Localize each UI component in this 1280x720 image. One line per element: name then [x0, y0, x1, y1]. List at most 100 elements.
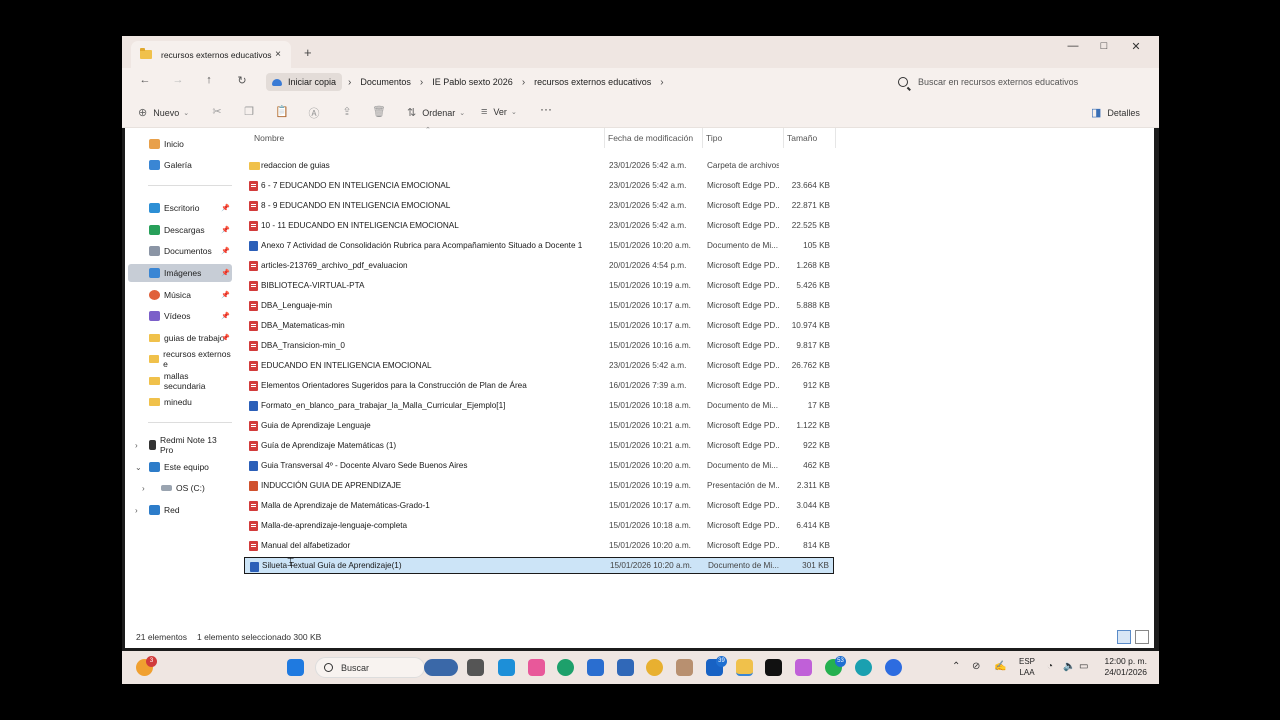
weather-icon[interactable]: 3	[136, 656, 157, 676]
chevron-up-icon[interactable]: ⌃	[952, 661, 960, 672]
search-box[interactable]: Buscar en recursos externos educativos	[889, 71, 1149, 93]
sidebar-item-documentos[interactable]: Documentos 📌	[128, 242, 232, 260]
pin-icon[interactable]: 📌	[221, 269, 230, 277]
outlook-icon[interactable]: 39	[706, 656, 727, 676]
refresh-button[interactable]: ↻	[234, 74, 250, 87]
table-row[interactable]: 8 - 9 EDUCANDO EN INTELIGENCIA EMOCIONAL…	[244, 197, 834, 214]
column-divider[interactable]	[702, 128, 703, 148]
chevron-right-icon[interactable]: ›	[142, 484, 145, 493]
more-options-button[interactable]: ···	[540, 102, 552, 116]
view-button[interactable]: ≡ Ver ⌄	[481, 106, 517, 118]
column-header-type[interactable]: Tipo	[706, 133, 722, 143]
paste-icon[interactable]: 📋	[275, 105, 289, 119]
breadcrumb-documentos[interactable]: Documentos	[351, 77, 420, 87]
table-row[interactable]: 10 - 11 EDUCANDO EN INTELIGENCIA EMOCION…	[244, 217, 834, 234]
app-icon[interactable]	[676, 659, 693, 676]
breadcrumb-ie-pablo[interactable]: IE Pablo sexto 2026	[423, 77, 522, 87]
address-bar[interactable]: Iniciar copia › Documentos › IE Pablo se…	[259, 71, 886, 93]
table-row[interactable]: Guía de Aprendizaje Matemáticas (1) 15/01…	[244, 437, 834, 454]
pin-icon[interactable]: 📌	[221, 334, 230, 342]
table-row[interactable]: INDUCCIÓN GUIA DE APRENDIZAJE 15/01/2026 …	[244, 477, 834, 494]
taskbar-search[interactable]: Buscar	[315, 657, 425, 678]
minimize-button[interactable]: —	[1063, 40, 1083, 52]
delete-icon[interactable]: 🗑	[372, 105, 386, 119]
close-button[interactable]: ✕	[1126, 40, 1146, 53]
sidebar-item-imagenes[interactable]: Imágenes 📌	[128, 264, 232, 282]
zoom-icon[interactable]	[885, 659, 902, 676]
store-icon[interactable]	[498, 659, 515, 676]
sidebar-item-mallas[interactable]: mallas secundaria	[128, 371, 232, 391]
tiles-view-button[interactable]	[1135, 630, 1149, 644]
pin-icon[interactable]: 📌	[221, 204, 230, 212]
app-icon[interactable]	[855, 659, 872, 676]
sidebar-item-redmi[interactable]: › Redmi Note 13 Pro	[128, 435, 232, 455]
copilot-icon[interactable]	[528, 659, 545, 676]
maximize-button[interactable]: □	[1094, 40, 1114, 52]
tiktok-icon[interactable]	[765, 659, 782, 676]
wifi-icon[interactable]: ◔	[1047, 661, 1053, 672]
sidebar-item-videos[interactable]: Vídeos 📌	[128, 307, 232, 325]
clock[interactable]: 12:00 p. m. 24/01/2026	[1104, 656, 1147, 678]
ms-store-icon[interactable]	[587, 659, 604, 676]
table-row[interactable]: Guia de Aprendizaje Lenguaje 15/01/2026 1…	[244, 417, 834, 434]
table-row[interactable]: DBA_Transicion-min_0 15/01/2026 10:16 a.m…	[244, 337, 834, 354]
table-row[interactable]: BIBLIOTECA-VIRTUAL-PTA 15/01/2026 10:19 a…	[244, 277, 834, 294]
sidebar-item-minedu[interactable]: minedu	[128, 393, 232, 411]
chevron-right-icon[interactable]: ›	[135, 441, 138, 450]
whatsapp-icon[interactable]: 53	[825, 656, 846, 676]
sidebar-item-red[interactable]: › Red	[128, 501, 232, 519]
column-divider[interactable]	[783, 128, 784, 148]
sidebar-item-os-c[interactable]: › OS (C:)	[128, 479, 232, 497]
sort-button[interactable]: ⇅ Ordenar ⌄	[407, 106, 465, 119]
chevron-right-icon[interactable]: ›	[135, 506, 138, 515]
table-row[interactable]: Elementos Orientadores Sugeridos para la…	[244, 377, 834, 394]
sidebar-item-este-equipo[interactable]: ⌄ Este equipo	[128, 458, 232, 476]
battery-icon[interactable]: ▭	[1079, 661, 1088, 672]
column-divider[interactable]	[604, 128, 605, 148]
start-windows-icon[interactable]	[287, 659, 304, 676]
pin-icon[interactable]: 📌	[221, 312, 230, 320]
chrome-icon[interactable]	[646, 659, 663, 676]
table-row[interactable]: Manual del alfabetizador 15/01/2026 10:20…	[244, 537, 834, 554]
pin-icon[interactable]: 📌	[221, 291, 230, 299]
game-widget-icon[interactable]	[424, 659, 458, 676]
details-view-button[interactable]	[1117, 630, 1131, 644]
table-row[interactable]: Anexo 7 Actividad de Consolidación Rubri…	[244, 237, 834, 254]
table-row[interactable]: articles-213769_archivo_pdf_evaluacion 20…	[244, 257, 834, 274]
column-header-name[interactable]: Nombre	[254, 133, 284, 143]
tab-recursos[interactable]: recursos externos educativos ×	[131, 41, 291, 68]
word-icon[interactable]	[617, 659, 634, 676]
sidebar-item-recursos[interactable]: recursos externos e	[128, 349, 232, 369]
share-icon[interactable]: ⇪	[340, 105, 354, 119]
location-off-icon[interactable]: ⊘	[972, 661, 980, 672]
table-row[interactable]: DBA_Lenguaje-min 15/01/2026 10:17 a.m. Mic…	[244, 297, 834, 314]
table-row[interactable]: Malla de Aprendizaje de Matemáticas-Grad…	[244, 497, 834, 514]
chevron-down-icon[interactable]: ⌄	[135, 463, 142, 472]
column-header-date[interactable]: Fecha de modificación	[608, 133, 693, 143]
rename-icon[interactable]: Ⓐ	[307, 105, 321, 120]
column-header-size[interactable]: Tamaño	[787, 133, 817, 143]
pin-icon[interactable]: 📌	[221, 247, 230, 255]
new-button[interactable]: ⊕ Nuevo ⌄	[138, 106, 189, 119]
file-explorer-icon[interactable]	[736, 659, 753, 676]
breadcrumb-backup[interactable]: Iniciar copia	[266, 73, 343, 91]
m365-icon[interactable]	[795, 659, 812, 676]
breadcrumb-recursos[interactable]: recursos externos educativos	[525, 77, 660, 87]
copy-icon[interactable]: ❐	[242, 105, 256, 119]
chevron-right-icon[interactable]: ›	[660, 77, 663, 88]
sidebar-item-musica[interactable]: Música 📌	[128, 286, 232, 304]
sidebar-item-inicio[interactable]: Inicio	[128, 135, 232, 153]
pin-icon[interactable]: 📌	[221, 226, 230, 234]
table-row[interactable]: Guia Transversal 4º - Docente Alvaro Sed…	[244, 457, 834, 474]
table-row[interactable]: Malla-de-aprendizaje-lenguaje-completa 15…	[244, 517, 834, 534]
volume-icon[interactable]: 🔈	[1063, 661, 1075, 672]
column-divider[interactable]	[835, 128, 836, 148]
details-button[interactable]: ◨ Detalles	[1091, 106, 1140, 119]
table-row[interactable]: Silueta Textual Guía de Aprendizaje(1) 15…	[244, 557, 834, 574]
sidebar-item-descargas[interactable]: Descargas 📌	[128, 221, 232, 239]
forward-button[interactable]: →	[170, 74, 186, 86]
tab-close-button[interactable]: ×	[272, 49, 284, 60]
cut-icon[interactable]: ✂	[210, 105, 224, 119]
table-row[interactable]: 6 - 7 EDUCANDO EN INTELIGENCIA EMOCIONAL…	[244, 177, 834, 194]
table-row[interactable]: DBA_Matematicas-min 15/01/2026 10:17 a.m.…	[244, 317, 834, 334]
